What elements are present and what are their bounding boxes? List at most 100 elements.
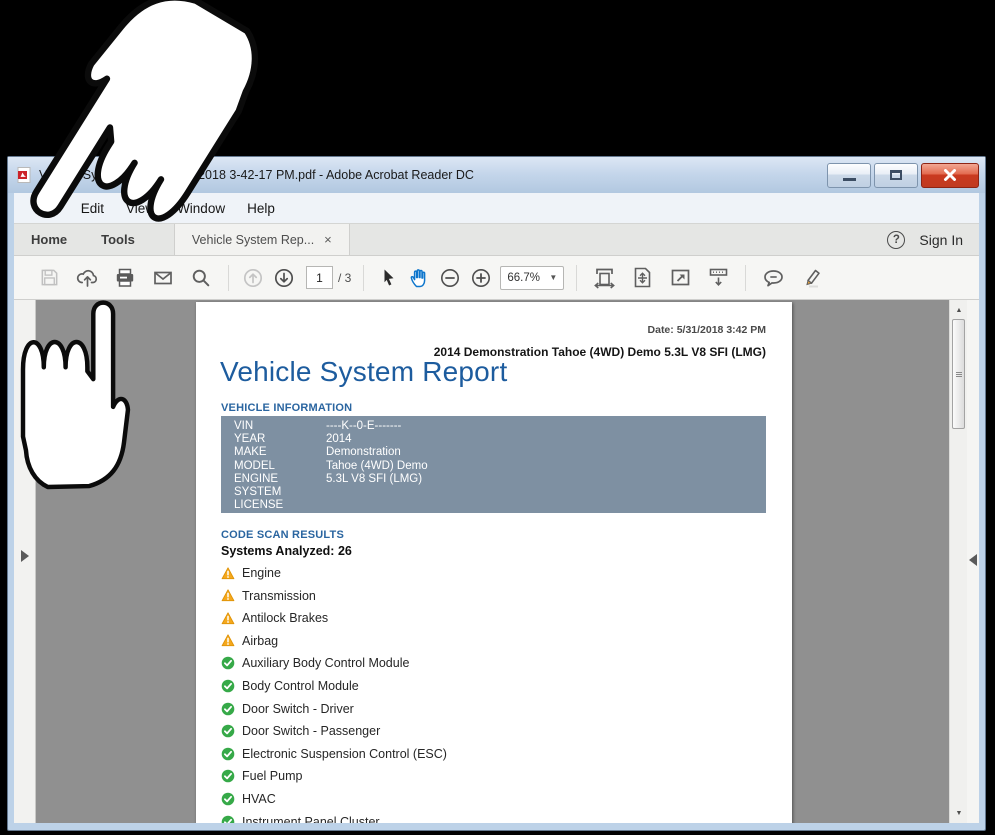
check-icon (221, 724, 235, 738)
check-icon (221, 815, 235, 823)
toolbar-separator (576, 265, 577, 291)
page-down-icon (273, 267, 295, 289)
close-icon (943, 169, 957, 181)
fit-page-button[interactable] (623, 260, 661, 296)
minimize-button[interactable] (827, 163, 871, 188)
table-row: MAKEDemonstration (234, 446, 766, 459)
list-item: Auxiliary Body Control Module (221, 655, 409, 671)
list-item: Door Switch - Passenger (221, 723, 380, 739)
zoom-in-icon (470, 267, 492, 289)
help-icon[interactable]: ? (887, 231, 905, 249)
tab-close-icon[interactable]: × (324, 233, 332, 246)
title-bar[interactable]: Vehicle System Report 5-31-2018 3-42-17 … (8, 157, 985, 193)
hand-tool-button[interactable] (403, 260, 434, 296)
window-title: Vehicle System Report 5-31-2018 3-42-17 … (39, 168, 816, 182)
warning-icon (221, 634, 235, 647)
highlight-button[interactable] (792, 260, 830, 296)
previous-page-button[interactable] (237, 260, 268, 296)
share-button[interactable] (68, 260, 106, 296)
scroll-mode-icon (707, 266, 730, 289)
code-scan-heading: CODE SCAN RESULTS (221, 529, 344, 541)
next-page-button[interactable] (268, 260, 299, 296)
list-item: Transmission (221, 588, 316, 604)
maximize-icon (890, 170, 902, 180)
menu-file[interactable]: File (26, 196, 70, 221)
check-icon (221, 747, 235, 761)
zoom-out-button[interactable] (434, 260, 465, 296)
warning-icon (221, 567, 235, 580)
tab-home[interactable]: Home (14, 224, 84, 255)
minimize-icon (843, 178, 856, 181)
fit-width-button[interactable] (585, 260, 623, 296)
menu-window[interactable]: Window (166, 196, 236, 221)
check-icon (221, 656, 235, 670)
page-display-button[interactable] (699, 260, 737, 296)
maximize-button[interactable] (874, 163, 918, 188)
menu-view[interactable]: View (115, 196, 166, 221)
chevron-down-icon: ▼ (549, 273, 557, 282)
scroll-down-icon[interactable]: ▼ (950, 805, 968, 821)
vehicle-info-table: VIN----K--0-E------- YEAR2014 MAKEDemons… (221, 416, 766, 513)
tools-panel-strip[interactable] (967, 300, 979, 823)
tab-document[interactable]: Vehicle System Rep... × (174, 224, 350, 255)
check-icon (221, 702, 235, 716)
menu-help[interactable]: Help (236, 196, 286, 221)
scrollbar-grip (956, 372, 962, 373)
report-date: Date: 5/31/2018 3:42 PM (648, 324, 766, 336)
find-button[interactable] (182, 260, 220, 296)
report-title: Vehicle System Report (220, 356, 507, 388)
table-row: ENGINE5.3L V8 SFI (LMG) (234, 473, 766, 486)
table-row: SYSTEM (234, 486, 766, 499)
pdf-file-icon (17, 167, 32, 183)
check-icon (221, 769, 235, 783)
page-up-icon (242, 267, 264, 289)
check-icon (221, 792, 235, 806)
check-icon (221, 679, 235, 693)
fit-width-icon (593, 266, 616, 289)
vehicle-info-heading: VEHICLE INFORMATION (221, 402, 352, 414)
scroll-up-icon[interactable]: ▲ (950, 302, 968, 318)
tab-tools[interactable]: Tools (84, 224, 152, 255)
toolbar-separator (363, 265, 364, 291)
list-item: Airbag (221, 633, 278, 649)
expand-nav-pane-icon[interactable] (21, 550, 29, 562)
print-button[interactable] (106, 260, 144, 296)
fit-page-icon (631, 266, 654, 289)
toolbar-separator (228, 265, 229, 291)
menu-bar: File Edit View Window Help (14, 193, 979, 223)
acrobat-window: Vehicle System Report 5-31-2018 3-42-17 … (7, 156, 986, 831)
zoom-level-dropdown[interactable]: 66.7% ▼ (500, 266, 564, 290)
zoom-level-value: 66.7% (507, 272, 540, 284)
email-button[interactable] (144, 260, 182, 296)
page-count-label: / 3 (338, 271, 351, 285)
scrollbar-thumb[interactable] (952, 319, 965, 429)
fullscreen-icon (669, 266, 692, 289)
list-item: Electronic Suspension Control (ESC) (221, 746, 447, 762)
close-button[interactable] (921, 163, 979, 188)
document-canvas: Date: 5/31/2018 3:42 PM 2014 Demonstrati… (14, 300, 979, 823)
pdf-page[interactable]: Date: 5/31/2018 3:42 PM 2014 Demonstrati… (196, 302, 792, 823)
collapse-panel-icon[interactable] (969, 554, 977, 566)
zoom-out-icon (439, 267, 461, 289)
comment-button[interactable] (754, 260, 792, 296)
navigation-pane-strip[interactable] (14, 300, 36, 823)
vertical-scrollbar[interactable]: ▲ ▼ (949, 300, 967, 823)
sign-in-link[interactable]: Sign In (919, 232, 963, 248)
warning-icon (221, 589, 235, 602)
search-icon (190, 267, 212, 289)
list-item: HVAC (221, 791, 276, 807)
select-tool-button[interactable] (372, 260, 403, 296)
table-row: MODELTahoe (4WD) Demo (234, 460, 766, 473)
cloud-upload-icon (76, 267, 99, 289)
save-button[interactable] (30, 260, 68, 296)
zoom-in-button[interactable] (465, 260, 496, 296)
save-icon (39, 267, 60, 288)
list-item: Instrument Panel Cluster (221, 814, 380, 823)
page-number-input[interactable]: 1 (306, 266, 333, 289)
fullscreen-button[interactable] (661, 260, 699, 296)
systems-analyzed: Systems Analyzed: 26 (221, 544, 352, 558)
table-row: YEAR2014 (234, 433, 766, 446)
menu-edit[interactable]: Edit (70, 196, 115, 221)
hand-tool-icon (408, 267, 430, 289)
highlighter-icon (800, 267, 823, 289)
